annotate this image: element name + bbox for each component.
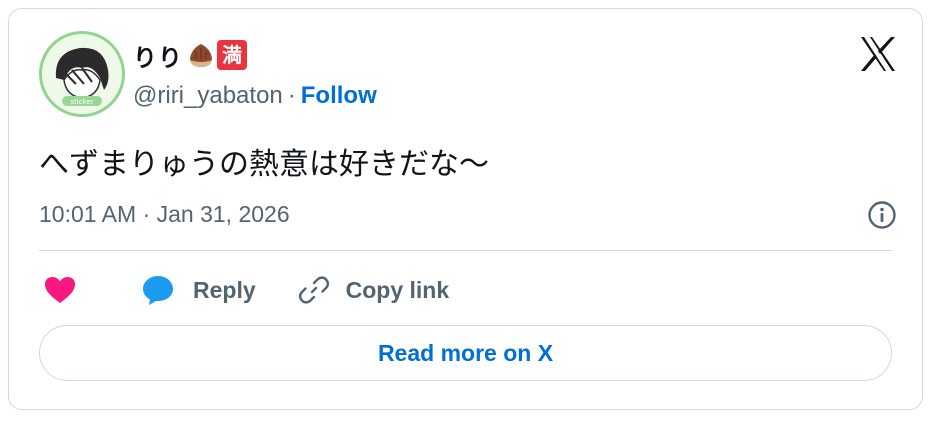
avatar[interactable]: sticker [39, 31, 125, 117]
reply-label: Reply [193, 276, 256, 303]
x-logo-icon[interactable] [858, 34, 898, 74]
tweet-text: へずまりゅうの熱意は好きだな〜 [39, 147, 489, 182]
like-button[interactable] [43, 275, 77, 305]
svg-text:sticker: sticker [70, 98, 93, 106]
reply-button[interactable]: Reply [141, 274, 256, 306]
author-display-name[interactable]: りり [133, 38, 183, 73]
chestnut-emoji-icon [187, 41, 215, 69]
read-more-button[interactable]: Read more on X [39, 325, 892, 381]
link-icon [298, 276, 329, 304]
copy-link-label: Copy link [345, 276, 450, 303]
author-handle[interactable]: @riri_yabaton [133, 82, 283, 110]
author-name-row: りり 満 [133, 38, 247, 73]
separator-dot: · [287, 82, 296, 109]
author-handle-row: @riri_yabaton · Follow [133, 82, 377, 110]
tweet-actions: Reply Copy link [39, 269, 449, 311]
speech-bubble-icon [143, 276, 173, 305]
tweet-timestamp[interactable]: 10:01 AM · Jan 31, 2026 [39, 201, 290, 228]
tweet-embed-card: sticker りり 満 @riri_yabaton · Follow へずまり… [8, 8, 923, 410]
follow-button[interactable]: Follow [301, 82, 377, 110]
info-icon[interactable] [866, 199, 898, 231]
copy-link-button[interactable]: Copy link [298, 274, 450, 306]
avatar-illustration-icon: sticker [42, 34, 122, 114]
divider [39, 250, 892, 251]
badge-emoji-icon: 満 [217, 40, 247, 70]
heart-icon [45, 277, 75, 303]
